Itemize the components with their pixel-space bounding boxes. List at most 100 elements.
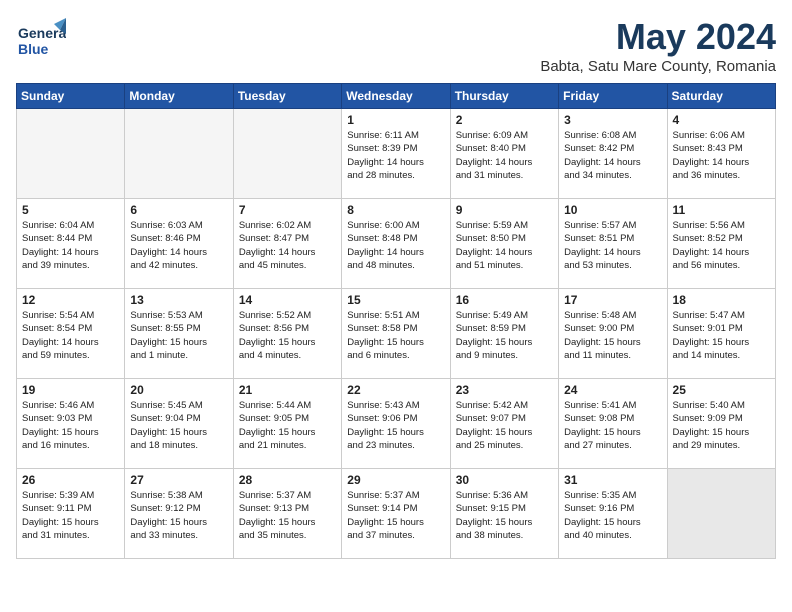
calendar-cell [17,109,125,199]
day-info: Sunrise: 5:56 AMSunset: 8:52 PMDaylight:… [673,219,771,272]
weekday-header: Monday [125,84,233,109]
day-info: Sunrise: 5:37 AMSunset: 9:14 PMDaylight:… [347,489,445,542]
day-number: 28 [239,473,337,487]
day-info: Sunrise: 5:53 AMSunset: 8:55 PMDaylight:… [130,309,228,362]
day-number: 6 [130,203,228,217]
day-info: Sunrise: 5:39 AMSunset: 9:11 PMDaylight:… [22,489,120,542]
calendar-cell: 20 Sunrise: 5:45 AMSunset: 9:04 PMDayligh… [125,379,233,469]
day-number: 2 [456,113,554,127]
calendar-cell: 22 Sunrise: 5:43 AMSunset: 9:06 PMDayligh… [342,379,450,469]
calendar-cell: 21 Sunrise: 5:44 AMSunset: 9:05 PMDayligh… [233,379,341,469]
day-number: 19 [22,383,120,397]
calendar-cell: 30 Sunrise: 5:36 AMSunset: 9:15 PMDayligh… [450,469,558,559]
day-number: 26 [22,473,120,487]
day-info: Sunrise: 6:11 AMSunset: 8:39 PMDaylight:… [347,129,445,182]
day-number: 4 [673,113,771,127]
weekday-header: Wednesday [342,84,450,109]
day-number: 11 [673,203,771,217]
day-info: Sunrise: 5:43 AMSunset: 9:06 PMDaylight:… [347,399,445,452]
day-number: 10 [564,203,662,217]
calendar-cell: 3 Sunrise: 6:08 AMSunset: 8:42 PMDaylight… [559,109,667,199]
day-number: 16 [456,293,554,307]
day-info: Sunrise: 5:41 AMSunset: 9:08 PMDaylight:… [564,399,662,452]
day-number: 14 [239,293,337,307]
day-info: Sunrise: 5:40 AMSunset: 9:09 PMDaylight:… [673,399,771,452]
calendar-cell: 28 Sunrise: 5:37 AMSunset: 9:13 PMDayligh… [233,469,341,559]
day-number: 7 [239,203,337,217]
day-number: 31 [564,473,662,487]
calendar-cell: 1 Sunrise: 6:11 AMSunset: 8:39 PMDaylight… [342,109,450,199]
day-info: Sunrise: 5:52 AMSunset: 8:56 PMDaylight:… [239,309,337,362]
calendar-cell: 31 Sunrise: 5:35 AMSunset: 9:16 PMDayligh… [559,469,667,559]
calendar-cell: 6 Sunrise: 6:03 AMSunset: 8:46 PMDaylight… [125,199,233,289]
day-info: Sunrise: 5:35 AMSunset: 9:16 PMDaylight:… [564,489,662,542]
calendar-cell: 9 Sunrise: 5:59 AMSunset: 8:50 PMDaylight… [450,199,558,289]
calendar-cell: 18 Sunrise: 5:47 AMSunset: 9:01 PMDayligh… [667,289,775,379]
day-info: Sunrise: 5:45 AMSunset: 9:04 PMDaylight:… [130,399,228,452]
calendar-cell: 7 Sunrise: 6:02 AMSunset: 8:47 PMDaylight… [233,199,341,289]
day-number: 30 [456,473,554,487]
weekday-header: Thursday [450,84,558,109]
day-number: 20 [130,383,228,397]
calendar-cell: 17Sunrise: 5:48 AMSunset: 9:00 PMDayligh… [559,289,667,379]
calendar-cell: 24 Sunrise: 5:41 AMSunset: 9:08 PMDayligh… [559,379,667,469]
day-info: Sunrise: 5:47 AMSunset: 9:01 PMDaylight:… [673,309,771,362]
day-number: 24 [564,383,662,397]
calendar-cell: 2 Sunrise: 6:09 AMSunset: 8:40 PMDaylight… [450,109,558,199]
day-number: 27 [130,473,228,487]
weekday-header: Sunday [17,84,125,109]
day-number: 3 [564,113,662,127]
calendar-cell [667,469,775,559]
calendar-cell: 15 Sunrise: 5:51 AMSunset: 8:58 PMDayligh… [342,289,450,379]
day-info: Sunrise: 5:42 AMSunset: 9:07 PMDaylight:… [456,399,554,452]
calendar-cell: 8 Sunrise: 6:00 AMSunset: 8:48 PMDaylight… [342,199,450,289]
day-info: Sunrise: 5:36 AMSunset: 9:15 PMDaylight:… [456,489,554,542]
day-number: 23 [456,383,554,397]
calendar-cell: 12 Sunrise: 5:54 AMSunset: 8:54 PMDayligh… [17,289,125,379]
calendar-cell: 16 Sunrise: 5:49 AMSunset: 8:59 PMDayligh… [450,289,558,379]
calendar-cell: 25 Sunrise: 5:40 AMSunset: 9:09 PMDayligh… [667,379,775,469]
day-number: 29 [347,473,445,487]
day-info: Sunrise: 6:08 AMSunset: 8:42 PMDaylight:… [564,129,662,182]
day-number: 13 [130,293,228,307]
day-info: Sunrise: 6:00 AMSunset: 8:48 PMDaylight:… [347,219,445,272]
day-number: 5 [22,203,120,217]
calendar-cell: 19 Sunrise: 5:46 AMSunset: 9:03 PMDayligh… [17,379,125,469]
day-info: Sunrise: 5:54 AMSunset: 8:54 PMDaylight:… [22,309,120,362]
day-number: 9 [456,203,554,217]
day-number: 15 [347,293,445,307]
calendar-cell: 26 Sunrise: 5:39 AMSunset: 9:11 PMDayligh… [17,469,125,559]
day-info: Sunrise: 6:02 AMSunset: 8:47 PMDaylight:… [239,219,337,272]
day-number: 22 [347,383,445,397]
day-info: Sunrise: 5:49 AMSunset: 8:59 PMDaylight:… [456,309,554,362]
day-number: 8 [347,203,445,217]
day-info: Sunrise: 6:09 AMSunset: 8:40 PMDaylight:… [456,129,554,182]
day-info: Sunrise: 5:48 AMSunset: 9:00 PMDaylight:… [564,309,662,362]
day-number: 12 [22,293,120,307]
calendar-cell: 23 Sunrise: 5:42 AMSunset: 9:07 PMDayligh… [450,379,558,469]
day-info: Sunrise: 5:59 AMSunset: 8:50 PMDaylight:… [456,219,554,272]
day-number: 25 [673,383,771,397]
title-block: May 2024 Babta, Satu Mare County, Romani… [540,16,776,75]
calendar-table: SundayMondayTuesdayWednesdayThursdayFrid… [16,83,776,559]
calendar-cell: 29 Sunrise: 5:37 AMSunset: 9:14 PMDayligh… [342,469,450,559]
day-info: Sunrise: 5:46 AMSunset: 9:03 PMDaylight:… [22,399,120,452]
day-number: 1 [347,113,445,127]
day-number: 18 [673,293,771,307]
day-info: Sunrise: 6:06 AMSunset: 8:43 PMDaylight:… [673,129,771,182]
calendar-subtitle: Babta, Satu Mare County, Romania [540,58,776,75]
day-number: 21 [239,383,337,397]
day-info: Sunrise: 5:38 AMSunset: 9:12 PMDaylight:… [130,489,228,542]
calendar-cell [233,109,341,199]
day-info: Sunrise: 5:51 AMSunset: 8:58 PMDaylight:… [347,309,445,362]
weekday-header: Saturday [667,84,775,109]
calendar-cell: 5Sunrise: 6:04 AMSunset: 8:44 PMDaylight… [17,199,125,289]
weekday-header: Tuesday [233,84,341,109]
calendar-title: May 2024 [540,16,776,58]
day-info: Sunrise: 5:37 AMSunset: 9:13 PMDaylight:… [239,489,337,542]
calendar-cell: 14 Sunrise: 5:52 AMSunset: 8:56 PMDayligh… [233,289,341,379]
calendar-cell [125,109,233,199]
day-info: Sunrise: 6:03 AMSunset: 8:46 PMDaylight:… [130,219,228,272]
day-info: Sunrise: 5:44 AMSunset: 9:05 PMDaylight:… [239,399,337,452]
page-header: General Blue May 2024 Babta, Satu Mare C… [16,16,776,75]
